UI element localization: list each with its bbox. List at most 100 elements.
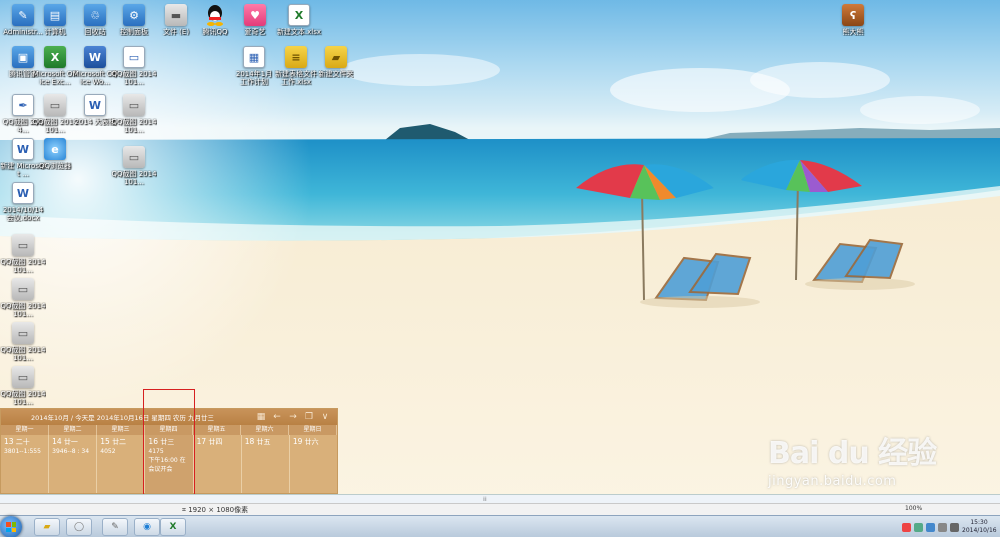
- calendar-day[interactable]: 14 廿一 3946--8 : 34: [49, 435, 98, 493]
- splitter-grip-icon[interactable]: ⁞⁞: [483, 496, 487, 503]
- day-number: 18: [244, 437, 255, 446]
- day-note: 3946--8 : 34: [52, 448, 90, 455]
- zoom-level: 100%: [905, 505, 923, 512]
- day-number: 19: [292, 437, 303, 446]
- desktop-icon-label: QQ截图 2014101...: [0, 346, 46, 362]
- day-note: 4052: [100, 448, 116, 455]
- day-number: 13: [4, 437, 14, 446]
- calendar-title: 2014年10月 / 今天是 2014年10月16日 星期四 农历 九月廿三: [31, 414, 214, 422]
- tray-app-icon[interactable]: [926, 522, 935, 532]
- document-icon: ▦: [243, 46, 265, 68]
- desktop-icon-qq-screenshot[interactable]: ▭ QQ截图 2014101...: [0, 234, 46, 274]
- desktop-icon-label: 熊大熊: [842, 28, 864, 36]
- chevron-down-icon[interactable]: ∨: [317, 410, 333, 424]
- taskbar-paint-button[interactable]: ✎: [102, 518, 128, 536]
- spreadsheet-icon: ≡: [285, 46, 307, 68]
- lunar-date: 廿六: [304, 438, 319, 446]
- weekday-label: 星期三: [97, 425, 145, 435]
- arrow-right-icon[interactable]: →: [285, 410, 301, 424]
- desktop-icon-label: 新建表格文件 工作.xlsx: [275, 70, 317, 86]
- image-icon: ▭: [12, 278, 34, 300]
- clock-date: 2014/10/16: [962, 527, 997, 534]
- desktop-icon-bear[interactable]: ʕ 熊大熊: [830, 4, 876, 36]
- desktop-icon-qq-screenshot[interactable]: ▭ QQ截图 2014101...: [0, 322, 46, 362]
- spreadsheet-icon: X: [288, 4, 310, 26]
- calendar-day[interactable]: 18 廿五: [242, 435, 290, 493]
- lunar-date: 二十: [15, 438, 30, 446]
- desktop-icon-work-plan[interactable]: ▦ 2014年1月 工作计划: [234, 46, 274, 86]
- folder-icon: ▰: [325, 46, 347, 68]
- desktop-icon-label: QQ截图 2014101...: [111, 118, 157, 134]
- calendar-day[interactable]: 17 廿四: [194, 435, 242, 493]
- pen-icon: ✒: [12, 94, 34, 116]
- splitter-bar[interactable]: ⁞⁞: [0, 494, 1000, 503]
- image-icon: ▭: [123, 94, 145, 116]
- resolution-text: 1920 × 1080像素: [188, 506, 249, 514]
- taskbar: ▰ ◯ ✎ ◉ X 15:30 2014/10/16: [0, 515, 1000, 537]
- desktop-icon-qq-screenshot[interactable]: ▭ QQ截图 2014101...: [111, 146, 157, 186]
- document-icon: W: [12, 182, 34, 204]
- windows-logo-icon: [6, 522, 16, 532]
- user-folder-icon: ✎: [12, 4, 34, 26]
- watermark-url: jingyan.baidu.com: [768, 474, 897, 489]
- desktop-icon-label: 新建文件夹: [318, 70, 354, 78]
- desktop-icon-qq-screenshot[interactable]: ▭ QQ截图 2014101...: [111, 46, 157, 86]
- day-note: 3801--1:555: [4, 448, 41, 455]
- desktop-icon-qq-browser[interactable]: e QQ浏览器: [32, 138, 78, 170]
- document-icon: W: [12, 138, 34, 160]
- desktop-icon-work-xlsx[interactable]: ≡ 新建表格文件 工作.xlsx: [274, 46, 318, 86]
- desktop-icon-label: 2014年1月 工作计划: [235, 70, 273, 86]
- tray-app-icon[interactable]: [914, 522, 923, 532]
- weekday-label: 星期日: [289, 425, 337, 435]
- desktop-icon-label: QQ浏览器: [38, 162, 72, 170]
- taskbar-clock[interactable]: 15:30 2014/10/16: [962, 519, 997, 535]
- desktop-icon-label: QQ截图 2014101...: [0, 390, 46, 406]
- day-number: 17: [196, 437, 207, 446]
- weekday-label: 星期六: [241, 425, 289, 435]
- bear-icon: ʕ: [842, 4, 864, 26]
- desktop-icon-qq-screenshot[interactable]: ▭ QQ截图 2014101...: [111, 94, 157, 134]
- calendar-day[interactable]: 15 廿二 4052: [97, 435, 146, 493]
- arrow-left-icon[interactable]: ←: [269, 410, 285, 424]
- system-tray: 15:30 2014/10/16: [860, 516, 1000, 537]
- copy-icon[interactable]: ❐: [301, 410, 317, 424]
- desktop-icon-label: 2014/10/14 会议.docx: [2, 206, 44, 222]
- lunar-date: 廿一: [63, 438, 78, 446]
- recycle-bin-icon: ♲: [84, 4, 106, 26]
- volume-icon[interactable]: [950, 522, 959, 532]
- desktop-icon-label: QQ截图 2014101...: [111, 70, 157, 86]
- calendar-day[interactable]: 19 廿六: [290, 435, 337, 493]
- desktop-icon-meeting-docx[interactable]: W 2014/10/14 会议.docx: [0, 182, 46, 222]
- network-icon: ▣: [12, 46, 34, 68]
- desktop-icon-qq-screenshot[interactable]: ▭ QQ截图 2014101...: [0, 278, 46, 318]
- desktop-icon-control-panel[interactable]: ⚙ 控制面板: [111, 4, 157, 36]
- word-icon: W: [84, 46, 106, 68]
- taskbar-excel-button[interactable]: X: [160, 518, 186, 536]
- image-icon: ▭: [123, 146, 145, 168]
- lunar-date: 廿二: [112, 438, 127, 446]
- heart-app-icon: ♥: [244, 4, 266, 26]
- taskbar-mouse-button[interactable]: ◯: [66, 518, 92, 536]
- browser-icon: ◉: [143, 522, 151, 532]
- image-icon: ▭: [12, 234, 34, 256]
- lunar-date: 廿五: [256, 438, 271, 446]
- tray-app-icon[interactable]: [902, 522, 911, 532]
- image-resolution: ⌗ 1920 × 1080像素: [182, 505, 248, 515]
- desktop-icon-label: QQ截图 2014101...: [111, 170, 157, 186]
- network-icon[interactable]: [938, 522, 947, 532]
- calendar-day[interactable]: 13 二十 3801--1:555: [1, 435, 50, 493]
- taskbar-browser-button[interactable]: ◉: [134, 518, 160, 536]
- desktop-icon-label: 控制面板: [120, 28, 148, 36]
- image-icon: ▭: [123, 46, 145, 68]
- desktop-icon-label: QQ截图 2014101...: [0, 302, 46, 318]
- desktop-icon-new-folder[interactable]: ▰ 新建文件夹: [318, 46, 354, 78]
- desktop-icon-qq-screenshot[interactable]: ▭ QQ截图 2014101...: [0, 366, 46, 406]
- image-icon: ▭: [44, 94, 66, 116]
- weekday-label: 星期一: [1, 425, 49, 435]
- taskbar-explorer-button[interactable]: ▰: [34, 518, 60, 536]
- folder-icon: ▰: [43, 522, 51, 532]
- excel-icon: X: [169, 522, 177, 532]
- desktop-icon-new-xlsx[interactable]: X 新建文本.xlsx: [272, 4, 326, 36]
- calendar-grid-icon[interactable]: ▦: [253, 410, 269, 424]
- start-button[interactable]: [0, 516, 22, 537]
